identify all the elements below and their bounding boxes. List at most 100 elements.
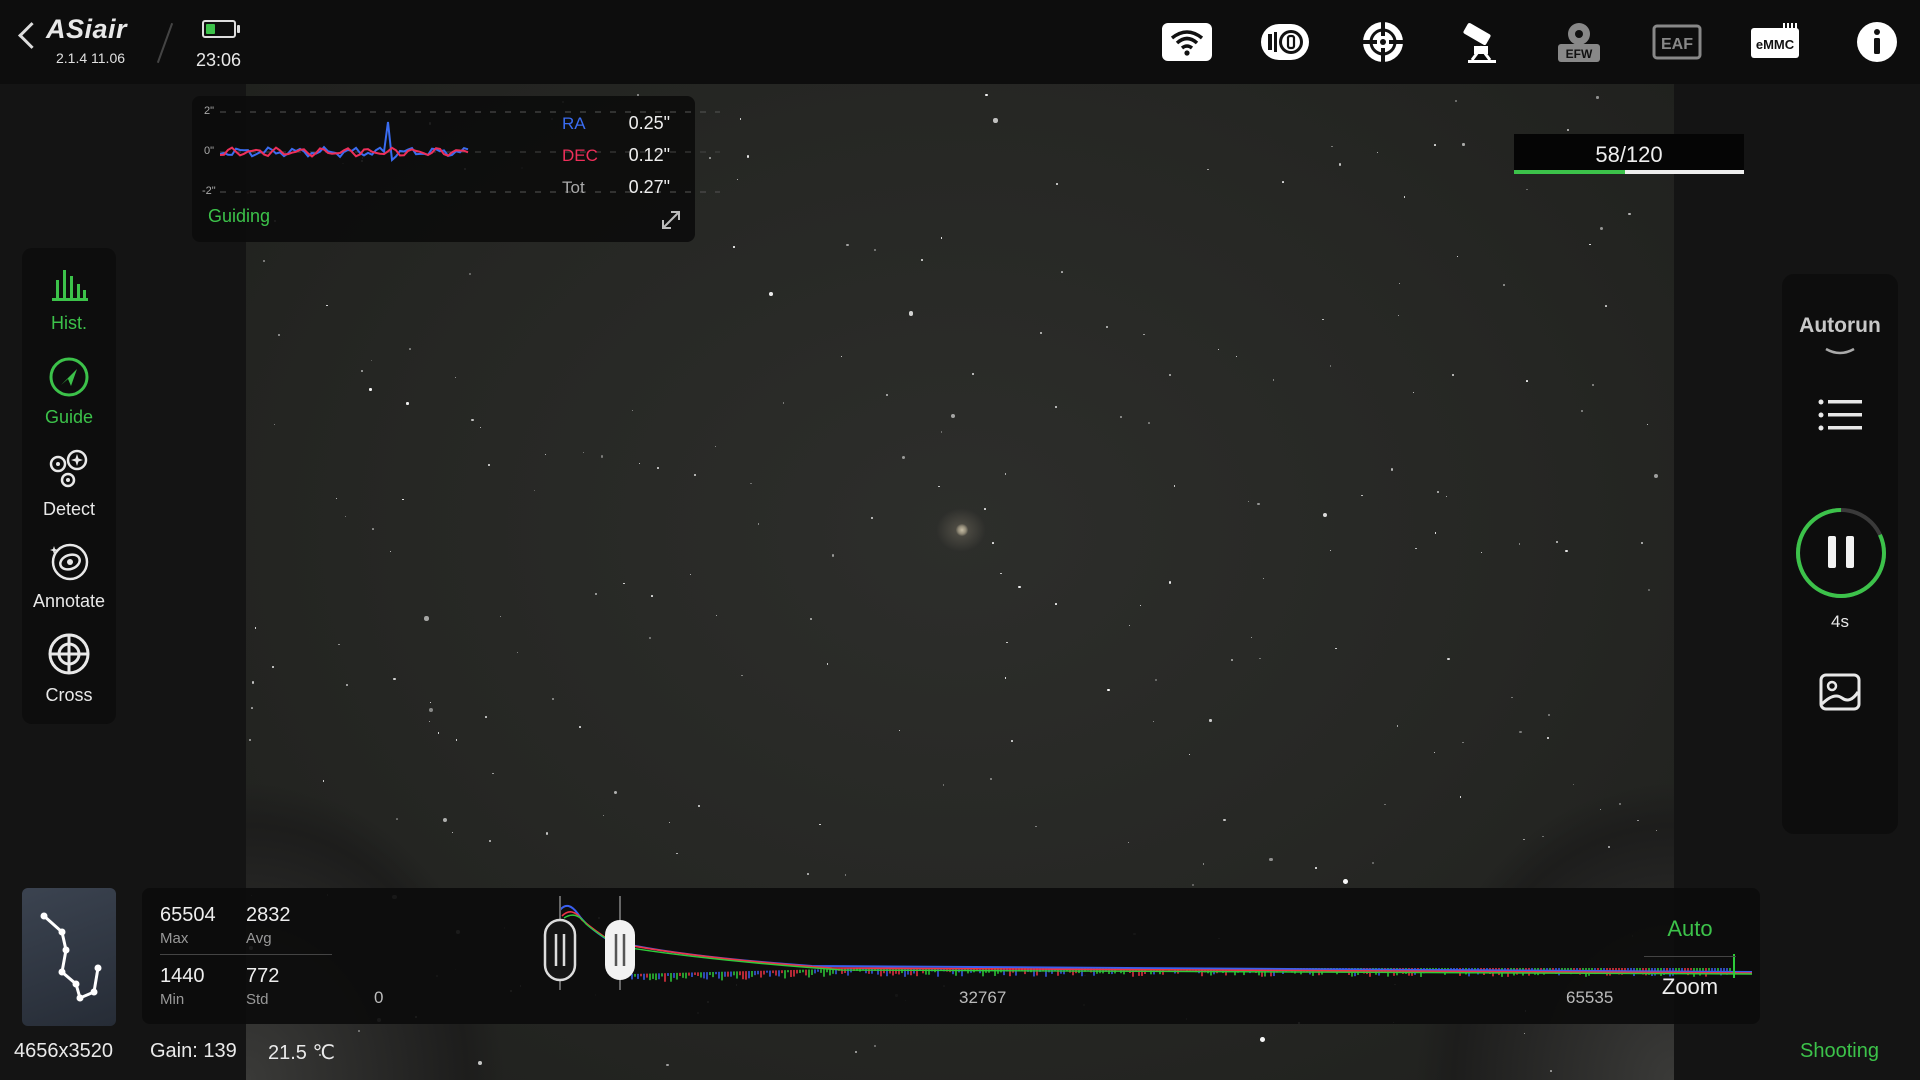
star (1462, 143, 1465, 146)
star (689, 573, 692, 576)
list-icon[interactable] (1816, 396, 1864, 436)
tool-annotate-label: Annotate (32, 591, 106, 611)
star (1055, 603, 1057, 606)
star (1257, 502, 1260, 505)
tool-histogram-label: Hist. (51, 313, 87, 333)
black-point-slider[interactable] (543, 918, 577, 982)
star (971, 372, 974, 375)
star (874, 1045, 877, 1048)
star (1139, 604, 1142, 607)
guide-status: Guiding (208, 206, 271, 226)
star (1120, 416, 1123, 419)
star (993, 118, 998, 123)
star (1605, 305, 1607, 307)
star (940, 431, 943, 433)
chevron-down-icon[interactable] (1823, 346, 1857, 358)
star (1436, 490, 1439, 493)
star (1248, 500, 1250, 502)
wifi-icon[interactable] (1160, 20, 1214, 64)
star (1282, 180, 1284, 183)
tool-guide-label: Guide (44, 407, 94, 427)
guide-tick-zero: 0" (204, 145, 215, 157)
star (1592, 383, 1595, 386)
star (750, 482, 752, 484)
star (1511, 696, 1513, 699)
star (1526, 379, 1529, 382)
star (846, 243, 849, 246)
star (1330, 145, 1333, 148)
star (1589, 243, 1591, 246)
star (1209, 719, 1212, 722)
white-point-slider[interactable] (605, 920, 635, 980)
star (747, 155, 750, 158)
tool-annotate[interactable]: Annotate (22, 540, 116, 612)
star (1526, 188, 1528, 191)
star (471, 419, 474, 422)
star (393, 677, 396, 681)
back-icon[interactable] (18, 22, 45, 49)
auto-button[interactable]: Auto (1644, 916, 1736, 942)
info-icon[interactable] (1850, 20, 1904, 64)
star (807, 872, 809, 875)
star (1268, 857, 1273, 862)
star (1459, 796, 1462, 799)
pause-button[interactable] (1794, 506, 1888, 600)
expand-icon[interactable] (659, 208, 683, 232)
tool-guide[interactable]: Guide (22, 356, 116, 428)
tool-histogram[interactable]: Hist. (22, 264, 116, 334)
star (424, 616, 429, 621)
tool-detect[interactable]: Detect (22, 448, 116, 520)
hist-std-value: 772 (246, 965, 280, 987)
tot-label: Tot (562, 178, 585, 197)
star (1188, 753, 1191, 756)
star (938, 485, 941, 488)
star (1173, 485, 1175, 487)
star (898, 729, 900, 731)
efw-label: EFW (1566, 47, 1593, 61)
image-icon[interactable] (1818, 672, 1862, 712)
telescope-icon[interactable] (1454, 20, 1508, 64)
star (1556, 541, 1559, 544)
star (668, 821, 670, 823)
star (1039, 331, 1042, 334)
star (1641, 542, 1644, 545)
star (1548, 714, 1551, 717)
clock: 23:06 (196, 50, 242, 70)
star (1462, 741, 1464, 744)
star (456, 739, 458, 741)
hist-axis-max: 65535 (1566, 988, 1614, 1007)
star (338, 644, 340, 646)
star (1330, 549, 1332, 551)
tool-cross[interactable]: Cross (22, 632, 116, 706)
star (733, 246, 735, 248)
autorun-label[interactable]: Autorun (1782, 314, 1898, 338)
star (676, 852, 678, 854)
star (1105, 325, 1109, 329)
constellation-thumbnail[interactable] (22, 888, 116, 1026)
emmc-icon[interactable]: eMMC (1748, 20, 1802, 64)
star (249, 739, 252, 742)
star (389, 551, 392, 553)
star (757, 523, 760, 525)
dec-value: 0.12" (628, 145, 670, 165)
zoom-button[interactable]: Zoom (1644, 974, 1736, 1000)
progress-fill (1514, 170, 1625, 174)
star (990, 777, 993, 780)
mount-target-icon[interactable] (1356, 20, 1410, 64)
star (1236, 355, 1238, 358)
eaf-icon[interactable]: EAF (1650, 20, 1704, 64)
star (1445, 495, 1448, 498)
star (1223, 819, 1226, 822)
star (1018, 586, 1021, 589)
star (613, 791, 617, 795)
star (666, 1064, 669, 1067)
hist-axis-min: 0 (374, 988, 384, 1007)
camera-power-icon[interactable] (1258, 20, 1312, 64)
star (370, 359, 373, 362)
star (1035, 825, 1037, 828)
star (1056, 183, 1058, 185)
efw-icon[interactable]: EFW (1552, 20, 1606, 64)
star (992, 541, 994, 544)
guide-graph-panel[interactable]: 2" 0" -2" RA 0.25" DEC 0.12" Tot 0.27" G… (192, 96, 720, 242)
tool-cross-label: Cross (45, 685, 93, 705)
